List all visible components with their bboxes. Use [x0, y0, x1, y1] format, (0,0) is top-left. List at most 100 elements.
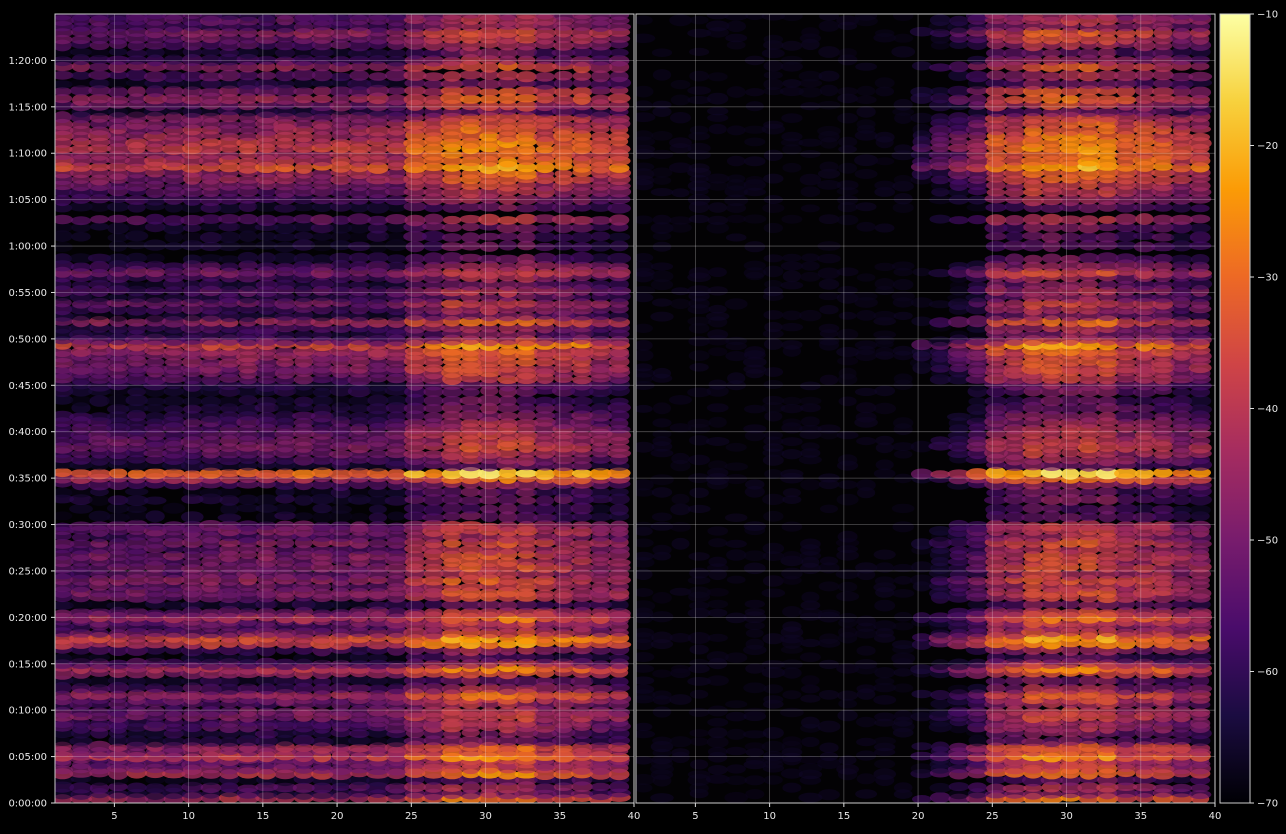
- heat-cell: [708, 747, 728, 757]
- heat-cell: [873, 737, 896, 746]
- heat-cell: [891, 652, 915, 664]
- heat-cell: [855, 562, 877, 573]
- heat-cell: [1172, 495, 1191, 505]
- heat-cell: [218, 231, 240, 242]
- heat-cell: [1171, 784, 1192, 792]
- heat-cell: [441, 151, 463, 159]
- heat-cell: [875, 677, 895, 685]
- heat-cell: [274, 222, 296, 234]
- heat-cell: [498, 263, 517, 272]
- heat-cell: [462, 222, 480, 231]
- heat-cell: [572, 87, 592, 98]
- heat-cell: [128, 86, 146, 97]
- heat-cell: [589, 513, 612, 522]
- heat-cell: [782, 690, 801, 699]
- heat-cell: [949, 743, 969, 752]
- heat-cell: [608, 233, 630, 242]
- heat-cell: [591, 231, 610, 241]
- heat-cell: [53, 253, 72, 264]
- heat-cell: [892, 640, 915, 649]
- heat-cell: [1190, 708, 1210, 717]
- heat-cell: [109, 468, 127, 478]
- heat-cell: [1004, 521, 1026, 530]
- heat-cell: [460, 95, 481, 104]
- heat-cell: [763, 575, 784, 587]
- heat-cell: [461, 78, 480, 87]
- heat-cell: [726, 540, 747, 548]
- heat-cell: [424, 412, 443, 422]
- heat-cell: [368, 539, 387, 548]
- heat-cell: [276, 396, 295, 405]
- heat-cell: [1114, 468, 1138, 479]
- heat-cell: [349, 281, 369, 289]
- heat-cell: [1022, 708, 1044, 716]
- heat-cell: [348, 213, 372, 224]
- heat-cell: [144, 497, 167, 505]
- heat-cell: [690, 737, 709, 746]
- heat-cell: [536, 677, 554, 686]
- heat-cell: [478, 48, 501, 59]
- heat-cell: [931, 659, 949, 670]
- heat-cell: [856, 738, 876, 746]
- heat-cell: [727, 729, 746, 740]
- heat-cell: [70, 654, 93, 663]
- heat-cell: [162, 262, 186, 270]
- heat-cell: [1133, 783, 1156, 791]
- heat-cell: [369, 513, 387, 523]
- heat-cell: [311, 254, 333, 264]
- heat-cell: [689, 645, 708, 655]
- heat-cell: [1079, 601, 1100, 610]
- heat-cell: [255, 79, 278, 90]
- heat-cell: [330, 253, 353, 263]
- heat-cell: [90, 676, 110, 688]
- heat-cell: [165, 784, 183, 793]
- heat-cell: [422, 652, 445, 661]
- heat-cell: [708, 609, 727, 618]
- heat-cell: [1079, 675, 1099, 686]
- heat-cell: [610, 488, 629, 497]
- heat-cell: [912, 708, 932, 718]
- heat-cell: [838, 582, 857, 592]
- heat-cell: [273, 659, 296, 670]
- heat-cell: [652, 592, 672, 604]
- heat-cell: [910, 752, 933, 761]
- heat-cell: [218, 214, 241, 224]
- heat-cell: [634, 723, 652, 731]
- heat-cell: [744, 521, 766, 531]
- heat-cell: [145, 397, 166, 406]
- heat-cell: [609, 214, 629, 225]
- heat-cell: [1153, 784, 1173, 793]
- heat-cell: [275, 347, 295, 356]
- heat-cell: [763, 751, 784, 761]
- heat-cell: [406, 600, 425, 611]
- heat-cell: [182, 232, 202, 242]
- heat-cell: [782, 449, 803, 459]
- heat-cell: [199, 88, 223, 97]
- heat-cell: [873, 695, 896, 705]
- heat-cell: [387, 511, 405, 520]
- heat-cell: [856, 684, 875, 693]
- heat-cell: [256, 263, 278, 271]
- heat-cell: [707, 588, 729, 597]
- heat-cell: [745, 775, 766, 785]
- heat-cell: [855, 789, 877, 798]
- heat-cell: [555, 170, 573, 178]
- heat-cell: [183, 254, 202, 264]
- heat-cell: [480, 730, 499, 739]
- heat-cell: [273, 252, 297, 263]
- heat-cell: [369, 241, 387, 253]
- heat-cell: [746, 629, 764, 638]
- heat-cell: [634, 756, 653, 764]
- heat-cell: [368, 281, 388, 289]
- heat-cell: [275, 708, 296, 717]
- heat-cell: [857, 646, 876, 656]
- heat-cell: [571, 397, 592, 406]
- heat-cell: [1190, 521, 1211, 532]
- heat-cell: [893, 622, 914, 630]
- heat-cell: [688, 505, 711, 513]
- heat-cell: [163, 396, 184, 406]
- heat-cell: [838, 480, 858, 489]
- heat-cell: [894, 612, 912, 622]
- heat-cell: [404, 504, 426, 514]
- heat-cell: [369, 505, 387, 514]
